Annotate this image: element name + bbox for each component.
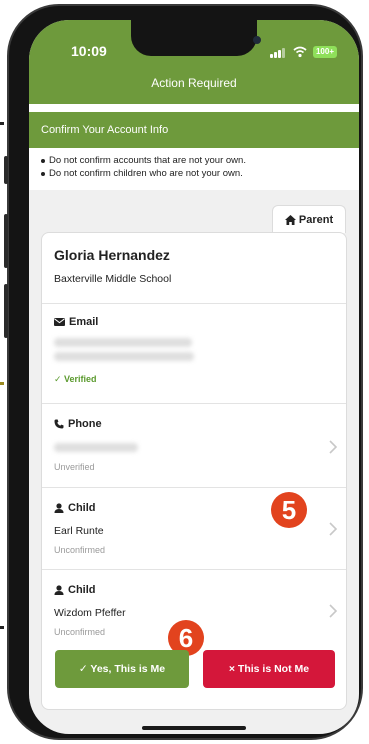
- camera-icon: [253, 36, 261, 44]
- child-heading: Child: [54, 584, 96, 596]
- email-section: Email ✓ Verified: [42, 303, 346, 404]
- tab-label: Parent: [298, 213, 334, 226]
- child-heading: Child: [54, 502, 96, 514]
- child-name: Earl Runte: [54, 525, 104, 537]
- email-label: Email: [69, 316, 99, 328]
- battery-icon: 100+: [313, 46, 337, 58]
- phone-side-button: [4, 156, 8, 184]
- home-indicator: [142, 726, 246, 730]
- warning-item: Do not confirm accounts that are not you…: [41, 154, 359, 167]
- warning-item: Do not confirm children who are not your…: [41, 167, 359, 180]
- phone-frame: 10:09 100+ Action Required Confirm Your …: [4, 4, 363, 740]
- envelope-icon: [54, 318, 65, 326]
- phone-label: Phone: [68, 418, 102, 430]
- phone-screen: 10:09 100+ Action Required Confirm Your …: [29, 20, 359, 734]
- app-header: 10:09 100+ Action Required: [29, 20, 359, 104]
- person-icon: [54, 503, 64, 513]
- signal-icon: [270, 48, 286, 58]
- child-status: Unconfirmed: [54, 545, 106, 555]
- chevron-right-icon: [329, 522, 338, 536]
- phone-side-button: [4, 214, 8, 268]
- edge-mark: [0, 626, 4, 629]
- warning-text: Do not confirm accounts that are not you…: [49, 155, 246, 166]
- person-icon: [54, 585, 64, 595]
- phone-redacted-value: [54, 443, 138, 452]
- phone-side-button: [4, 284, 8, 338]
- child-label: Child: [68, 502, 96, 514]
- bullet-icon: [41, 158, 45, 163]
- email-heading: Email: [54, 316, 98, 328]
- profile-name: Gloria Hernandez: [54, 247, 170, 263]
- chevron-right-icon: [329, 604, 338, 618]
- edge-mark: [0, 122, 4, 125]
- callout-badge-5: 5: [271, 492, 307, 528]
- divider: [29, 104, 359, 112]
- notch: [131, 20, 261, 56]
- edge-mark: [0, 382, 4, 385]
- warning-list: Do not confirm accounts that are not you…: [29, 148, 359, 190]
- warning-text: Do not confirm children who are not your…: [49, 168, 243, 179]
- profile-school: Baxterville Middle School: [54, 273, 172, 285]
- tab-parent[interactable]: Parent: [272, 205, 346, 233]
- bullet-icon: [41, 171, 45, 176]
- child-name: Wizdom Pfeffer: [54, 607, 126, 619]
- email-redacted-value: [54, 338, 192, 347]
- header-title: Action Required: [151, 76, 237, 90]
- confirm-banner: Confirm Your Account Info: [29, 112, 359, 148]
- phone-section[interactable]: Phone Unverified: [42, 403, 346, 488]
- home-icon: [284, 214, 296, 225]
- phone-heading: Phone: [54, 418, 102, 430]
- email-redacted-value: [54, 352, 194, 361]
- status-time: 10:09: [71, 43, 107, 59]
- confirm-yes-button[interactable]: ✓ Yes, This is Me: [55, 650, 189, 688]
- phone-status: Unverified: [54, 462, 95, 472]
- child-label: Child: [68, 584, 96, 596]
- chevron-right-icon: [329, 440, 338, 454]
- phone-icon: [54, 419, 64, 429]
- confirm-no-button[interactable]: × This is Not Me: [203, 650, 335, 688]
- email-status: ✓ Verified: [54, 374, 97, 384]
- wifi-icon: [293, 46, 307, 58]
- child-status: Unconfirmed: [54, 627, 106, 637]
